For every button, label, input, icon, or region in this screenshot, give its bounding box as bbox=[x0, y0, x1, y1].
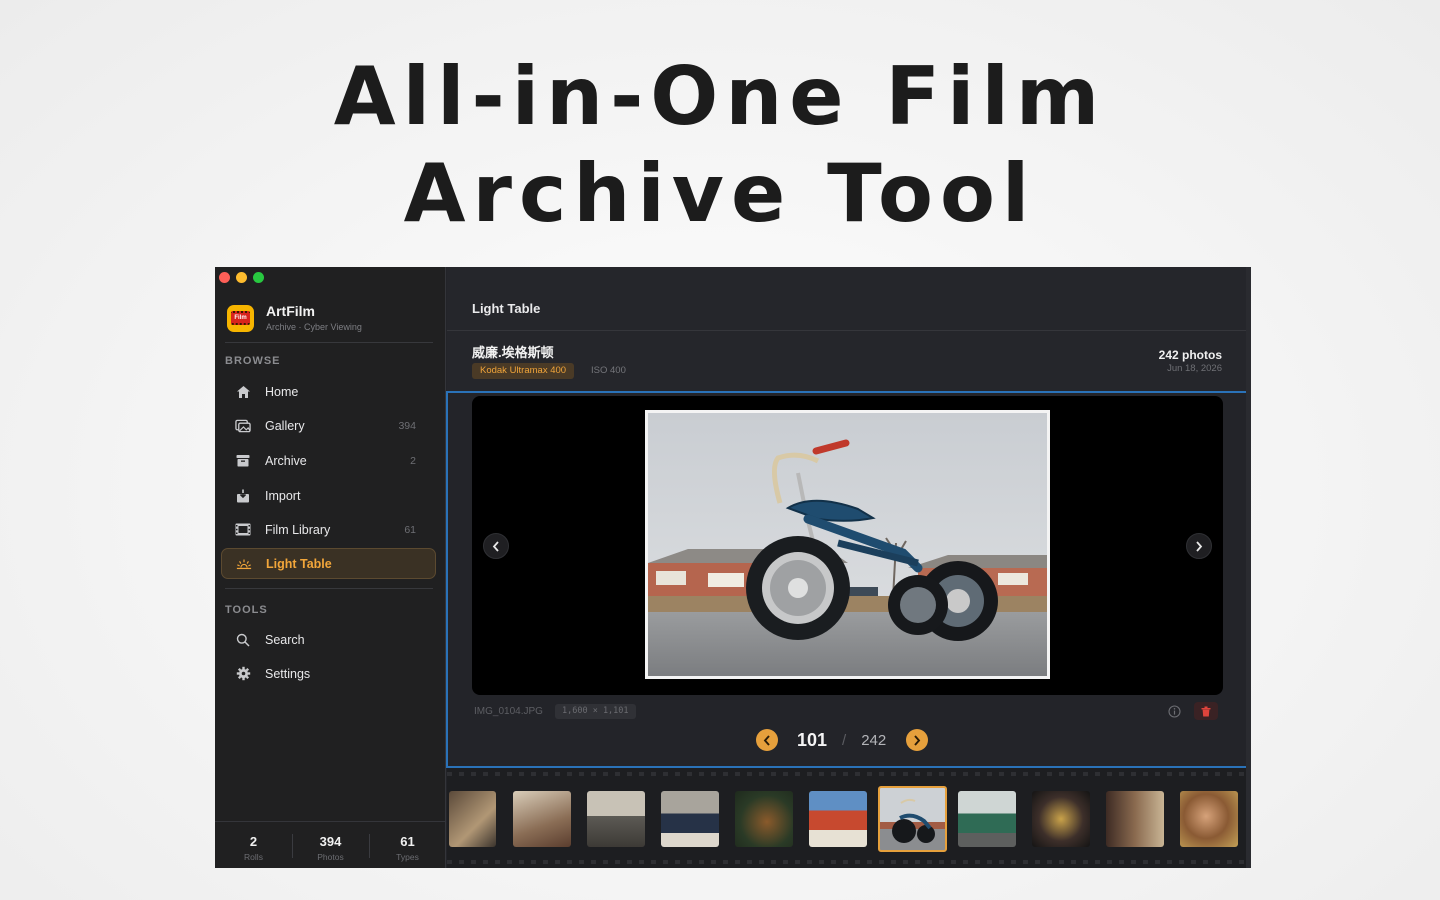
close-window-button[interactable] bbox=[219, 272, 230, 283]
app-brand: Film ArtFilm Archive · Cyber Viewing bbox=[227, 303, 362, 333]
trash-icon bbox=[1201, 706, 1211, 716]
sidebar-item-label: Settings bbox=[265, 666, 311, 681]
stat-types: 61 Types bbox=[369, 822, 446, 868]
roll-name: 威廉.埃格斯顿 bbox=[472, 345, 554, 360]
photo-viewer: IMG_0104.JPG 1,600 × 1,101 101 / 242 bbox=[446, 391, 1248, 768]
filmstrip-thumbnail[interactable] bbox=[735, 791, 793, 847]
sidebar-item-label: Import bbox=[265, 488, 301, 503]
minimize-window-button[interactable] bbox=[236, 272, 247, 283]
film-perforations bbox=[447, 772, 1251, 776]
filmstrip-thumbnail[interactable] bbox=[958, 791, 1016, 847]
viewer-stage bbox=[472, 396, 1223, 695]
app-window: Film ArtFilm Archive · Cyber Viewing BRO… bbox=[215, 267, 1251, 868]
sidebar-item-home[interactable]: Home bbox=[221, 376, 436, 407]
sidebar-divider bbox=[225, 588, 433, 589]
sidebar-item-archive[interactable]: Archive 2 bbox=[221, 445, 436, 476]
selected-thumbnail-preview bbox=[892, 798, 935, 843]
film-stock-badge: Kodak Ultramax 400 bbox=[472, 363, 575, 379]
sidebar: Film ArtFilm Archive · Cyber Viewing BRO… bbox=[215, 267, 446, 868]
sidebar-item-label: Film Library bbox=[265, 522, 331, 537]
sidebar-item-import[interactable]: Import bbox=[221, 480, 436, 511]
page-title: Light Table bbox=[472, 301, 541, 316]
filmstrip-thumbnail[interactable] bbox=[809, 791, 867, 847]
app-name: ArtFilm bbox=[266, 303, 315, 319]
chevron-right-icon bbox=[914, 734, 921, 746]
sidebar-item-label: Home bbox=[265, 384, 299, 399]
gear-icon bbox=[235, 666, 251, 682]
import-tray-icon bbox=[235, 488, 251, 504]
page-separator: / bbox=[842, 731, 847, 749]
sidebar-item-search[interactable]: Search bbox=[221, 624, 436, 655]
filmstrip-thumbnail[interactable] bbox=[513, 791, 571, 847]
filmstrip-thumbnail[interactable] bbox=[1180, 791, 1238, 847]
sidebar-item-label: Archive bbox=[265, 453, 307, 468]
sidebar-item-label: Search bbox=[265, 632, 305, 647]
sidebar-item-light-table[interactable]: Light Table bbox=[221, 548, 436, 579]
dimensions-badge: 1,600 × 1,101 bbox=[555, 704, 636, 719]
app-subtitle: Archive · Cyber Viewing bbox=[266, 322, 362, 332]
chevron-right-icon bbox=[1196, 540, 1203, 552]
header-divider bbox=[447, 330, 1251, 331]
pager-previous-button[interactable] bbox=[756, 729, 778, 751]
stat-photos: 394 Photos bbox=[292, 822, 369, 868]
filmstrip-thumbnail[interactable] bbox=[449, 791, 496, 847]
photo-pager: 101 / 242 bbox=[756, 728, 929, 752]
sidebar-item-settings[interactable]: Settings bbox=[221, 658, 436, 689]
filmstrip-thumbnail[interactable] bbox=[661, 791, 719, 847]
tools-section-title: TOOLS bbox=[225, 604, 268, 616]
browse-section-title: BROWSE bbox=[225, 355, 281, 367]
headline-line-2: Archive Tool bbox=[403, 147, 1037, 240]
zoom-window-button[interactable] bbox=[253, 272, 264, 283]
tricycle-photo bbox=[648, 413, 1047, 676]
sidebar-item-count: 394 bbox=[398, 419, 416, 432]
sidebar-item-count: 2 bbox=[410, 454, 416, 467]
info-icon bbox=[1168, 705, 1181, 718]
current-photo[interactable] bbox=[645, 410, 1050, 679]
stat-rolls: 2 Rolls bbox=[244, 834, 263, 862]
sidebar-item-gallery[interactable]: Gallery 394 bbox=[221, 410, 436, 441]
library-stats: 2 Rolls 394 Photos 61 Types bbox=[215, 821, 446, 868]
next-photo-button[interactable] bbox=[1186, 533, 1212, 559]
house-icon bbox=[235, 384, 251, 400]
light-table-icon bbox=[236, 556, 252, 572]
filmstrip[interactable] bbox=[447, 768, 1251, 868]
photo-count: 242 photos bbox=[1158, 348, 1222, 362]
current-page: 101 bbox=[797, 729, 828, 750]
chevron-left-icon bbox=[763, 734, 770, 746]
sidebar-item-label: Gallery bbox=[265, 418, 305, 433]
filmstrip-thumbnail[interactable] bbox=[1106, 791, 1164, 847]
delete-photo-button[interactable] bbox=[1194, 702, 1218, 720]
sidebar-item-label: Light Table bbox=[266, 556, 332, 571]
window-edge bbox=[1246, 267, 1251, 868]
chevron-left-icon bbox=[492, 540, 499, 552]
roll-date: Jun 18, 2026 bbox=[1167, 363, 1222, 374]
app-logo-icon: Film bbox=[227, 304, 254, 332]
filmstrip-thumbnail[interactable] bbox=[587, 791, 645, 847]
headline-line-1: All-in-One Film bbox=[333, 50, 1107, 143]
window-controls bbox=[219, 272, 264, 283]
film-strip-icon bbox=[235, 522, 251, 538]
total-pages: 242 bbox=[861, 731, 887, 749]
archive-box-icon bbox=[235, 453, 251, 469]
previous-photo-button[interactable] bbox=[483, 533, 509, 559]
search-icon bbox=[235, 632, 251, 648]
iso-label: ISO 400 bbox=[591, 365, 626, 376]
filmstrip-thumbnail[interactable] bbox=[1032, 791, 1090, 847]
film-perforations bbox=[447, 860, 1251, 864]
sidebar-item-count: 61 bbox=[404, 523, 416, 536]
photos-icon bbox=[235, 418, 251, 434]
main-panel: Light Table 威廉.埃格斯顿 Kodak Ultramax 400 I… bbox=[446, 267, 1251, 868]
file-name: IMG_0104.JPG bbox=[474, 706, 543, 717]
filmstrip-thumbnail-selected[interactable] bbox=[878, 786, 947, 852]
pager-next-button[interactable] bbox=[906, 729, 929, 751]
marketing-headline: All-in-One Film Archive Tool bbox=[0, 48, 1440, 242]
info-button[interactable] bbox=[1168, 705, 1181, 718]
sidebar-item-film-library[interactable]: Film Library 61 bbox=[221, 514, 436, 545]
sidebar-divider bbox=[225, 342, 433, 343]
